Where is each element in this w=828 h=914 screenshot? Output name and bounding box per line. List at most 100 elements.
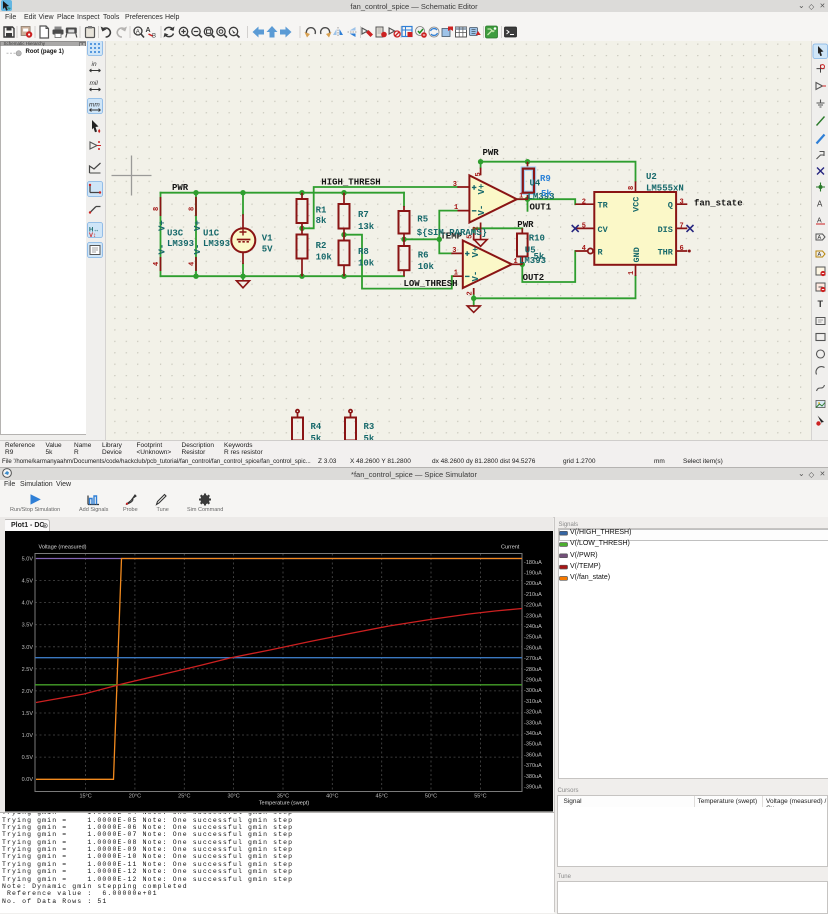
svg-text:LM393: LM393 <box>167 239 194 249</box>
svg-text:50°C: 50°C <box>425 794 437 800</box>
svg-text:U1C: U1C <box>203 228 220 238</box>
svg-text:PWR: PWR <box>483 148 500 158</box>
svg-text:4.0V: 4.0V <box>22 601 34 607</box>
svg-text:V+: V+ <box>477 184 487 195</box>
svg-text:A: A <box>818 235 822 241</box>
svg-text:40°C: 40°C <box>326 794 338 800</box>
svg-text:1.0V: 1.0V <box>22 733 34 739</box>
svg-text:30°C: 30°C <box>227 794 239 800</box>
svg-text:Temperature (swept): Temperature (swept) <box>259 801 310 807</box>
svg-text:4.5V: 4.5V <box>22 579 34 585</box>
svg-text:A: A <box>817 200 823 209</box>
svg-text:-290uA: -290uA <box>524 678 542 684</box>
svg-text:LOW_THRESH: LOW_THRESH <box>404 279 458 289</box>
svg-text:-250uA: -250uA <box>524 635 542 641</box>
svg-text:V-: V- <box>193 244 203 255</box>
svg-text:-260uA: -260uA <box>524 645 542 651</box>
svg-text:A: A <box>136 30 140 36</box>
svg-text:R7: R7 <box>358 210 369 220</box>
svg-text:-220uA: -220uA <box>524 603 542 609</box>
svg-text:PWR: PWR <box>172 183 189 193</box>
svg-text:GND: GND <box>632 247 642 262</box>
svg-text:8k: 8k <box>316 216 327 226</box>
svg-text:V+: V+ <box>471 247 481 258</box>
svg-text:R6: R6 <box>418 250 429 260</box>
svg-text:35°C: 35°C <box>277 794 289 800</box>
svg-text:13k: 13k <box>358 222 375 232</box>
svg-text:TR: TR <box>598 201 609 211</box>
svg-text:2: 2 <box>582 198 586 206</box>
svg-text:V-: V- <box>471 271 481 282</box>
svg-text:THR: THR <box>658 247 674 257</box>
svg-text:V+: V+ <box>193 220 203 231</box>
svg-text:R10: R10 <box>529 233 545 243</box>
svg-text:8: 8 <box>153 207 161 211</box>
svg-text:5.0V: 5.0V <box>22 557 34 563</box>
svg-text:V+: V+ <box>158 220 168 231</box>
svg-text:8: 8 <box>628 186 636 190</box>
svg-text:U3C: U3C <box>167 228 184 238</box>
svg-text:10k: 10k <box>358 258 375 268</box>
svg-text:A: A <box>818 252 822 258</box>
svg-text:CV: CV <box>598 225 609 235</box>
svg-text:1: 1 <box>628 271 636 275</box>
svg-text:4: 4 <box>189 262 197 266</box>
svg-text:1.5V: 1.5V <box>22 711 34 717</box>
svg-text:in: in <box>92 61 97 68</box>
svg-text:0.0V: 0.0V <box>22 777 34 783</box>
svg-text:PWR: PWR <box>517 220 534 230</box>
svg-text:Current: Current <box>501 545 520 551</box>
svg-text:-300uA: -300uA <box>524 688 542 694</box>
svg-text:U2: U2 <box>646 172 657 182</box>
svg-text:20°C: 20°C <box>129 794 141 800</box>
svg-text:-320uA: -320uA <box>524 710 542 716</box>
svg-text:-230uA: -230uA <box>524 613 542 619</box>
svg-text:2.5V: 2.5V <box>22 667 34 673</box>
svg-text:5: 5 <box>467 235 475 239</box>
svg-text:-210uA: -210uA <box>524 592 542 598</box>
svg-text:3.0V: 3.0V <box>22 645 34 651</box>
svg-text:V1: V1 <box>262 233 273 243</box>
svg-text:VCC: VCC <box>632 197 642 212</box>
svg-text:-190uA: -190uA <box>524 571 542 577</box>
svg-text:mm: mm <box>89 102 100 109</box>
svg-text:V-: V- <box>158 244 168 255</box>
svg-text:4: 4 <box>153 262 161 266</box>
svg-text:R8: R8 <box>358 247 369 257</box>
svg-text:5: 5 <box>475 172 483 176</box>
svg-text:OUT1: OUT1 <box>530 202 552 212</box>
svg-text:6: 6 <box>680 245 684 253</box>
svg-text:V-: V- <box>477 205 487 216</box>
svg-text:R1: R1 <box>316 206 327 216</box>
svg-text:A: A <box>146 27 151 34</box>
svg-text:OUT2: OUT2 <box>523 273 545 283</box>
svg-text:25°C: 25°C <box>178 794 190 800</box>
svg-text:-310uA: -310uA <box>524 699 542 705</box>
svg-text:-180uA: -180uA <box>524 560 542 566</box>
svg-text:1: 1 <box>454 269 458 277</box>
svg-text:3.5V: 3.5V <box>22 623 34 629</box>
svg-text:V↕: V↕ <box>89 233 96 239</box>
svg-text:-330uA: -330uA <box>524 720 542 726</box>
svg-text:T: T <box>818 299 824 309</box>
svg-text:3: 3 <box>452 247 456 255</box>
svg-text:-380uA: -380uA <box>524 774 542 780</box>
svg-text:R5: R5 <box>417 215 428 225</box>
svg-text:R9: R9 <box>540 174 551 184</box>
svg-text:10k: 10k <box>418 262 435 272</box>
svg-text:HIGH_THRESH: HIGH_THRESH <box>321 177 380 187</box>
svg-text:1: 1 <box>519 193 523 201</box>
svg-text:2: 2 <box>473 226 481 230</box>
svg-text:7: 7 <box>680 223 684 231</box>
svg-text:LM393: LM393 <box>203 239 230 249</box>
svg-text:15°C: 15°C <box>79 794 91 800</box>
svg-text:55°C: 55°C <box>474 794 486 800</box>
svg-text:-390uA: -390uA <box>524 785 542 791</box>
svg-text:mil: mil <box>90 80 99 87</box>
svg-text:R: R <box>598 247 604 257</box>
svg-text:-200uA: -200uA <box>524 581 542 587</box>
svg-text:2: 2 <box>467 291 475 295</box>
svg-text:10k: 10k <box>316 253 333 263</box>
svg-text:4: 4 <box>582 245 586 253</box>
svg-text:-350uA: -350uA <box>524 742 542 748</box>
